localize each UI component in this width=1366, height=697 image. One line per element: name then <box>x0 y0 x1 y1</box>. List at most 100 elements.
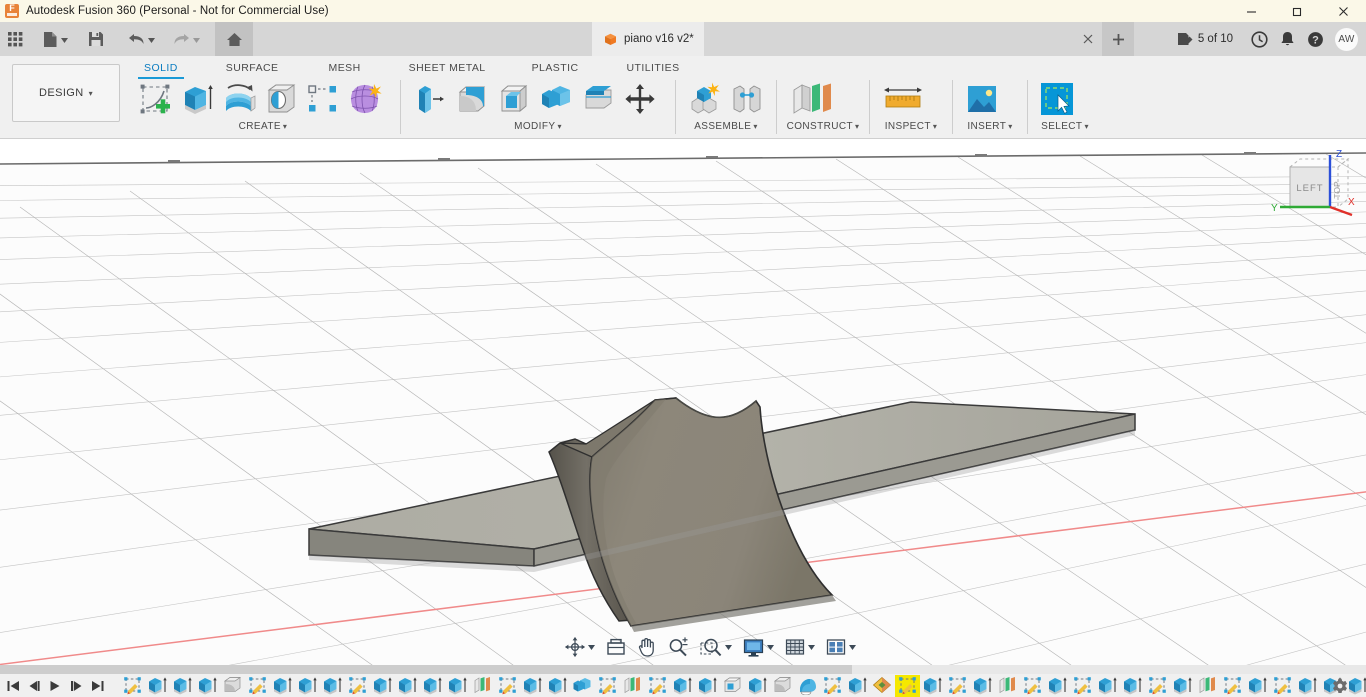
move-copy-icon[interactable] <box>619 78 661 119</box>
shell-icon[interactable] <box>493 78 535 119</box>
timeline-feature-extrude[interactable] <box>1120 675 1145 697</box>
play-icon[interactable] <box>48 677 62 695</box>
timeline-feature-fillet[interactable] <box>220 675 245 697</box>
timeline-feature-extrude[interactable] <box>1245 675 1270 697</box>
go-to-beginning-icon[interactable] <box>6 677 20 695</box>
timeline-feature-extrude[interactable] <box>195 675 220 697</box>
timeline-feature-sketch[interactable] <box>1145 675 1170 697</box>
timeline-feature-sketch[interactable] <box>595 675 620 697</box>
timeline-feature-sketch[interactable] <box>895 674 920 697</box>
tab-plastic[interactable]: PLASTIC <box>522 59 589 78</box>
step-back-icon[interactable] <box>27 677 41 695</box>
timeline-feature-appearance[interactable] <box>870 675 895 697</box>
offset-face-icon[interactable] <box>577 78 619 119</box>
timeline-feature-extrude[interactable] <box>395 675 420 697</box>
app-grid-icon[interactable] <box>0 22 30 56</box>
redo-caret-icon[interactable] <box>193 30 200 48</box>
panel-assemble-label[interactable]: ASSEMBLE ▾ <box>684 119 768 135</box>
timeline-feature-sketch[interactable] <box>645 675 670 697</box>
panel-inspect-label[interactable]: INSPECT ▾ <box>878 119 944 135</box>
zoom-window-icon[interactable] <box>698 634 724 660</box>
new-component-icon[interactable] <box>684 78 726 119</box>
maximize-button[interactable] <box>1274 0 1320 22</box>
timeline-feature-shell[interactable] <box>720 675 745 697</box>
timeline-feature-extrude[interactable] <box>370 675 395 697</box>
new-tab-button[interactable] <box>1102 22 1134 56</box>
jobs-status[interactable]: 5 of 10 <box>1177 32 1233 47</box>
timeline-feature-extrude[interactable] <box>1045 675 1070 697</box>
joint-icon[interactable] <box>726 78 768 119</box>
timeline-feature-extrude[interactable] <box>445 675 470 697</box>
timeline-feature-sketch[interactable] <box>495 675 520 697</box>
create-sketch-icon[interactable] <box>134 78 176 119</box>
timeline-feature-sketch[interactable] <box>120 675 145 697</box>
timeline-settings-gear-icon[interactable] <box>1332 678 1348 694</box>
fillet-icon[interactable] <box>451 78 493 119</box>
timeline-feature-extrude[interactable] <box>545 675 570 697</box>
zoom-window-caret-icon[interactable] <box>725 644 732 650</box>
viewports-icon[interactable] <box>824 634 848 660</box>
timeline-feature-extrude[interactable] <box>670 675 695 697</box>
close-tab-icon[interactable] <box>1075 22 1101 56</box>
new-file-icon[interactable] <box>36 22 75 56</box>
grid-snaps-caret-icon[interactable] <box>808 644 815 650</box>
go-to-end-icon[interactable] <box>90 677 104 695</box>
viewports-caret-icon[interactable] <box>849 644 856 650</box>
timeline-feature-sketch[interactable] <box>820 675 845 697</box>
panel-select-label[interactable]: SELECT ▾ <box>1036 119 1094 135</box>
timeline-feature-extrude[interactable] <box>170 675 195 697</box>
tab-surface[interactable]: SURFACE <box>216 59 289 78</box>
form-icon[interactable] <box>344 78 386 119</box>
save-icon[interactable] <box>81 22 111 56</box>
revolve-icon[interactable] <box>218 78 260 119</box>
press-pull-icon[interactable] <box>409 78 451 119</box>
tab-solid[interactable]: SOLID <box>134 59 188 79</box>
timeline-feature-extrude[interactable] <box>845 675 870 697</box>
timeline-feature-extrude[interactable] <box>520 675 545 697</box>
undo-caret-icon[interactable] <box>148 30 155 48</box>
viewport-canvas[interactable]: LEFT TOP Z Y X <box>0 139 1366 665</box>
view-cube[interactable]: LEFT TOP Z Y X <box>1266 145 1362 223</box>
tab-sheet-metal[interactable]: SHEET METAL <box>399 59 496 78</box>
pan-icon[interactable] <box>636 634 658 660</box>
home-icon[interactable] <box>215 22 253 56</box>
combine-icon[interactable] <box>535 78 577 119</box>
display-settings-icon[interactable] <box>741 634 766 660</box>
redo-icon[interactable] <box>166 22 207 56</box>
avatar[interactable]: AW <box>1335 27 1358 51</box>
timeline-scrollbar-thumb[interactable] <box>0 665 852 674</box>
timeline-feature-extrude[interactable] <box>270 675 295 697</box>
tab-utilities[interactable]: UTILITIES <box>617 59 690 78</box>
timeline-feature-plane[interactable] <box>995 675 1020 697</box>
timeline-feature-extrude[interactable] <box>745 675 770 697</box>
select-icon[interactable] <box>1036 78 1078 119</box>
timeline-feature-extrude[interactable] <box>1295 675 1320 697</box>
undo-icon[interactable] <box>121 22 162 56</box>
timeline-feature-plane[interactable] <box>1195 675 1220 697</box>
timeline-feature-sketch[interactable] <box>1020 675 1045 697</box>
offset-plane-icon[interactable] <box>785 78 841 119</box>
help-icon[interactable]: ? <box>1301 22 1329 56</box>
tab-mesh[interactable]: MESH <box>319 59 371 78</box>
insert-image-icon[interactable] <box>961 78 1003 119</box>
timeline-feature-extrude[interactable] <box>420 675 445 697</box>
timeline-feature-plane[interactable] <box>620 675 645 697</box>
close-button[interactable] <box>1320 0 1366 22</box>
new-file-caret-icon[interactable] <box>61 30 68 48</box>
timeline-feature-extrude[interactable] <box>295 675 320 697</box>
panel-create-label[interactable]: CREATE ▾ <box>134 119 392 135</box>
timeline-feature-extrude[interactable] <box>1345 675 1366 697</box>
rectangular-pattern-icon[interactable] <box>302 78 344 119</box>
timeline-feature-sketch[interactable] <box>1220 675 1245 697</box>
timeline-feature-extrude[interactable] <box>970 675 995 697</box>
grid-snaps-icon[interactable] <box>783 634 807 660</box>
timeline-feature-extrude[interactable] <box>1170 675 1195 697</box>
timeline-feature-sketch[interactable] <box>1270 675 1295 697</box>
display-settings-caret-icon[interactable] <box>767 644 774 650</box>
timeline-feature-extrude[interactable] <box>695 675 720 697</box>
extrude-icon[interactable] <box>176 78 218 119</box>
timeline-feature-sketch[interactable] <box>345 675 370 697</box>
panel-modify-label[interactable]: MODIFY ▾ <box>409 119 667 135</box>
workspace-selector[interactable]: DESIGN ▾ <box>12 64 120 122</box>
timeline-feature-fillet[interactable] <box>770 675 795 697</box>
